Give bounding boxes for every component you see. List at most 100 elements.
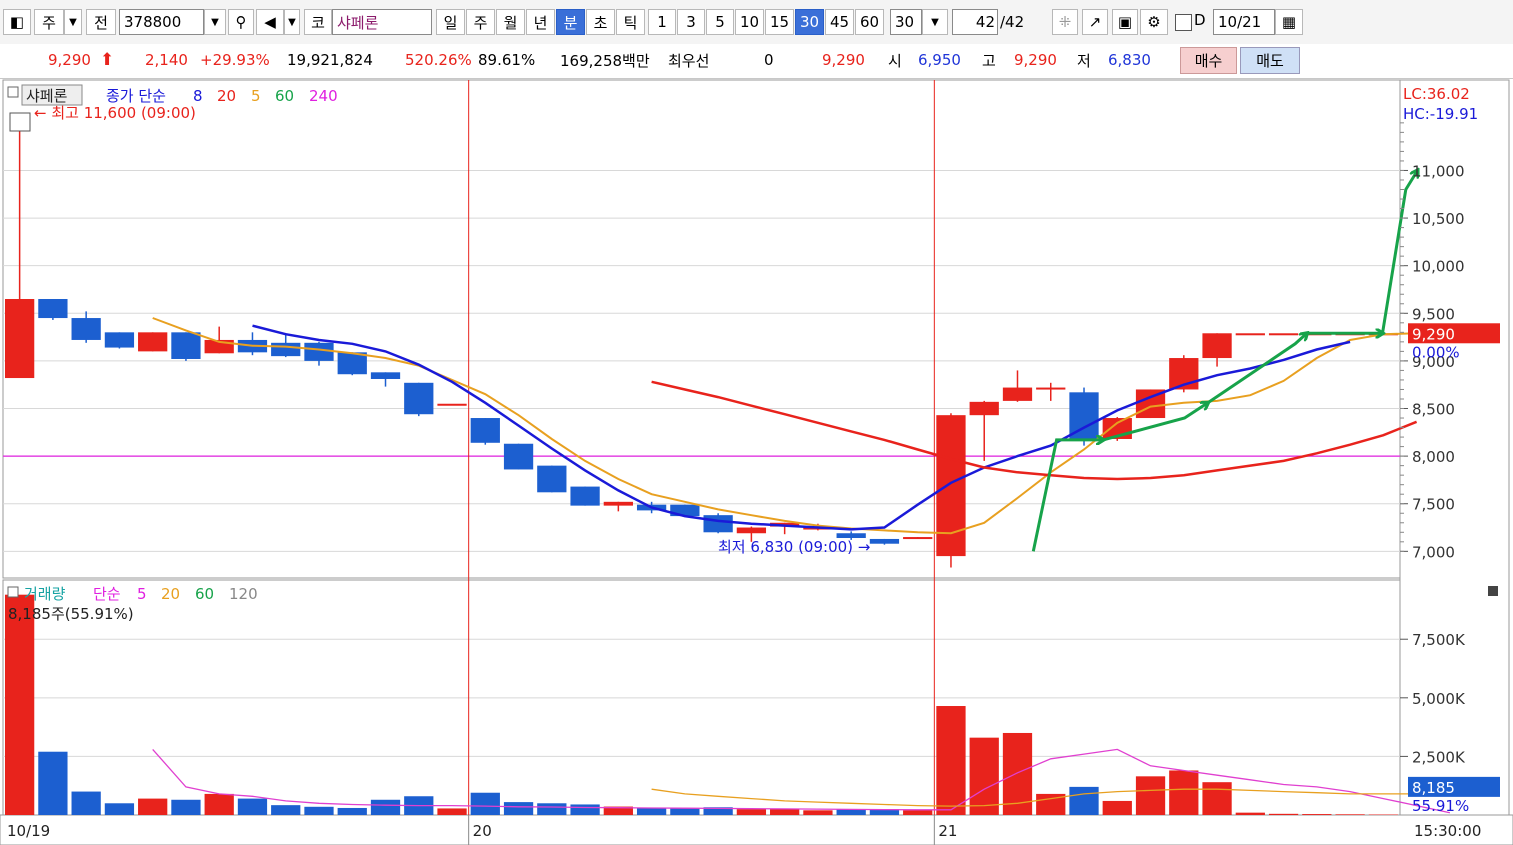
candle-body: [370, 372, 401, 379]
volume-bar: [770, 809, 800, 815]
price-tick-label: 10,500: [1412, 210, 1465, 228]
price-tick-label: 10,000: [1412, 258, 1465, 276]
volume-bar: [1102, 800, 1132, 815]
volume-bar: [304, 806, 334, 815]
candle-body: [570, 486, 600, 506]
stock-chart[interactable]: 7,0007,5008,0008,5009,0009,50010,00010,5…: [0, 0, 1513, 845]
candle-body: [503, 443, 534, 470]
candle-body: [171, 332, 201, 359]
price-tick-label: 9,500: [1412, 305, 1455, 323]
volume-bar: [1135, 776, 1166, 815]
volume-max-label: 8,185주(55.91%): [8, 605, 134, 623]
candle-body: [869, 538, 900, 544]
volume-bar: [1202, 782, 1232, 815]
volume-bar: [1169, 770, 1199, 815]
volume-ma-period-5: 5: [137, 585, 147, 603]
min-label: 최저 6,830 (09:00) →: [718, 538, 870, 556]
candle-body: [71, 318, 101, 340]
volume-bar: [271, 805, 301, 815]
date-label-1: 20: [473, 822, 492, 840]
ma-period-5: 5: [251, 87, 261, 105]
volume-bar: [636, 807, 667, 815]
volume-bar: [1335, 814, 1365, 815]
ma-period-20: 20: [217, 87, 236, 105]
candle-body: [1235, 333, 1265, 336]
volume-bar: [1235, 812, 1265, 815]
lc-label: LC:36.02: [1403, 85, 1470, 103]
date-label-2: 21: [938, 822, 957, 840]
volume-bar: [370, 799, 401, 815]
volume-bar: [71, 791, 101, 815]
candle-body: [437, 403, 467, 406]
ma-label: 종가 단순: [106, 87, 166, 105]
volume-panel-name: 거래량: [24, 585, 66, 603]
candle-body: [1002, 387, 1033, 401]
candle-body: [404, 382, 434, 415]
volume-bar: [38, 751, 68, 815]
price-tick-label: 7,000: [1412, 543, 1455, 561]
volume-bar: [104, 803, 135, 815]
price-tick-label: 7,500: [1412, 496, 1455, 514]
current-volume-pct: 55.91%: [1412, 797, 1469, 815]
time-label: 15:30:00: [1414, 822, 1481, 840]
candle-body: [969, 401, 999, 416]
volume-bar: [803, 810, 833, 815]
price-tick-label: 8,000: [1412, 448, 1455, 466]
volume-bar: [969, 737, 999, 815]
ma-period-60: 60: [275, 87, 294, 105]
volume-bar: [138, 798, 168, 815]
price-tick-label: 11,000: [1412, 162, 1465, 180]
candle-body: [1268, 333, 1299, 336]
volume-bar: [936, 706, 966, 815]
candle-body: [603, 501, 633, 506]
volume-tick-label: 2,500K: [1412, 748, 1466, 766]
candle-body: [138, 332, 168, 352]
volume-bar: [570, 804, 600, 815]
candle-body: [703, 515, 733, 533]
current-volume-label: 8,185: [1412, 779, 1455, 797]
candle-body: [736, 527, 767, 534]
current-price-label: 9,290: [1412, 325, 1455, 343]
candle-body: [4, 299, 35, 379]
volume-bar: [171, 799, 201, 815]
volume-bar: [1268, 813, 1299, 815]
current-pct-label: 0.00%: [1412, 343, 1460, 361]
candle-body: [470, 418, 500, 443]
volume-bar: [537, 803, 567, 815]
volume-ma-label: 단순: [93, 585, 121, 603]
volume-tick-label: 5,000K: [1412, 690, 1466, 708]
volume-bar: [437, 808, 467, 815]
date-label-0: 10/19: [7, 822, 50, 840]
ma-period-240: 240: [309, 87, 338, 105]
x-axis-panel: [0, 814, 1513, 845]
volume-panel-close-icon: [1488, 586, 1498, 596]
volume-bar: [670, 807, 700, 815]
volume-bar: [736, 809, 767, 815]
volume-bar: [4, 594, 35, 815]
max-label: ← 최고 11,600 (09:00): [34, 104, 196, 122]
hc-label: HC:-19.91: [1403, 105, 1478, 123]
candle-body: [1036, 387, 1066, 390]
price-tick-label: 8,500: [1412, 401, 1455, 419]
volume-bar: [1069, 786, 1099, 815]
candle-body: [104, 332, 135, 348]
volume-bar: [503, 802, 534, 815]
candle-body: [38, 299, 68, 319]
volume-bar: [903, 810, 933, 815]
volume-bar: [237, 798, 268, 815]
volume-ma-period-60: 60: [195, 585, 214, 603]
price-panel-toggle-icon: [7, 86, 19, 98]
volume-tick-label: 7,500K: [1412, 631, 1466, 649]
volume-bar: [337, 807, 367, 815]
candle-body: [1202, 333, 1232, 359]
volume-bar: [1302, 814, 1332, 815]
volume-bar: [204, 793, 234, 815]
candle-body: [537, 465, 567, 493]
volume-ma-period-20: 20: [161, 585, 180, 603]
volume-ma-period-120: 120: [229, 585, 258, 603]
grid-icon: [9, 112, 31, 132]
volume-bar: [470, 792, 500, 815]
ma-period-8: 8: [193, 87, 203, 105]
candle-body: [936, 415, 966, 557]
volume-panel-toggle-icon: [7, 586, 19, 598]
